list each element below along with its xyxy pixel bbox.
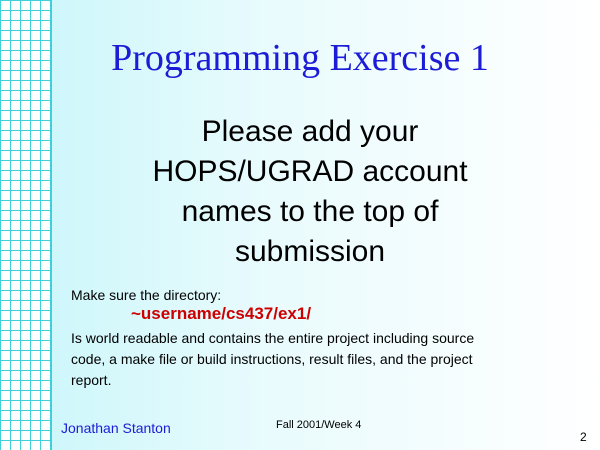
- footer-author: Jonathan Stanton: [61, 420, 171, 436]
- slide-title: Programming Exercise 1: [111, 37, 489, 79]
- footer-term: Fall 2001/Week 4: [276, 419, 362, 431]
- directory-path: ~username/cs437/ex1/: [131, 304, 312, 323]
- details-line: Is world readable and contains the entir…: [71, 330, 475, 346]
- details-text: Is world readable and contains the entir…: [71, 328, 571, 391]
- details-line: code, a make file or build instructions,…: [71, 351, 473, 367]
- instruction-text: Make sure the directory:: [71, 287, 222, 303]
- page-number: 2: [580, 430, 587, 444]
- grid-decoration: [0, 0, 52, 450]
- details-line: report.: [71, 372, 112, 388]
- lead-text: Please add your HOPS/UGRAD account names…: [152, 115, 468, 268]
